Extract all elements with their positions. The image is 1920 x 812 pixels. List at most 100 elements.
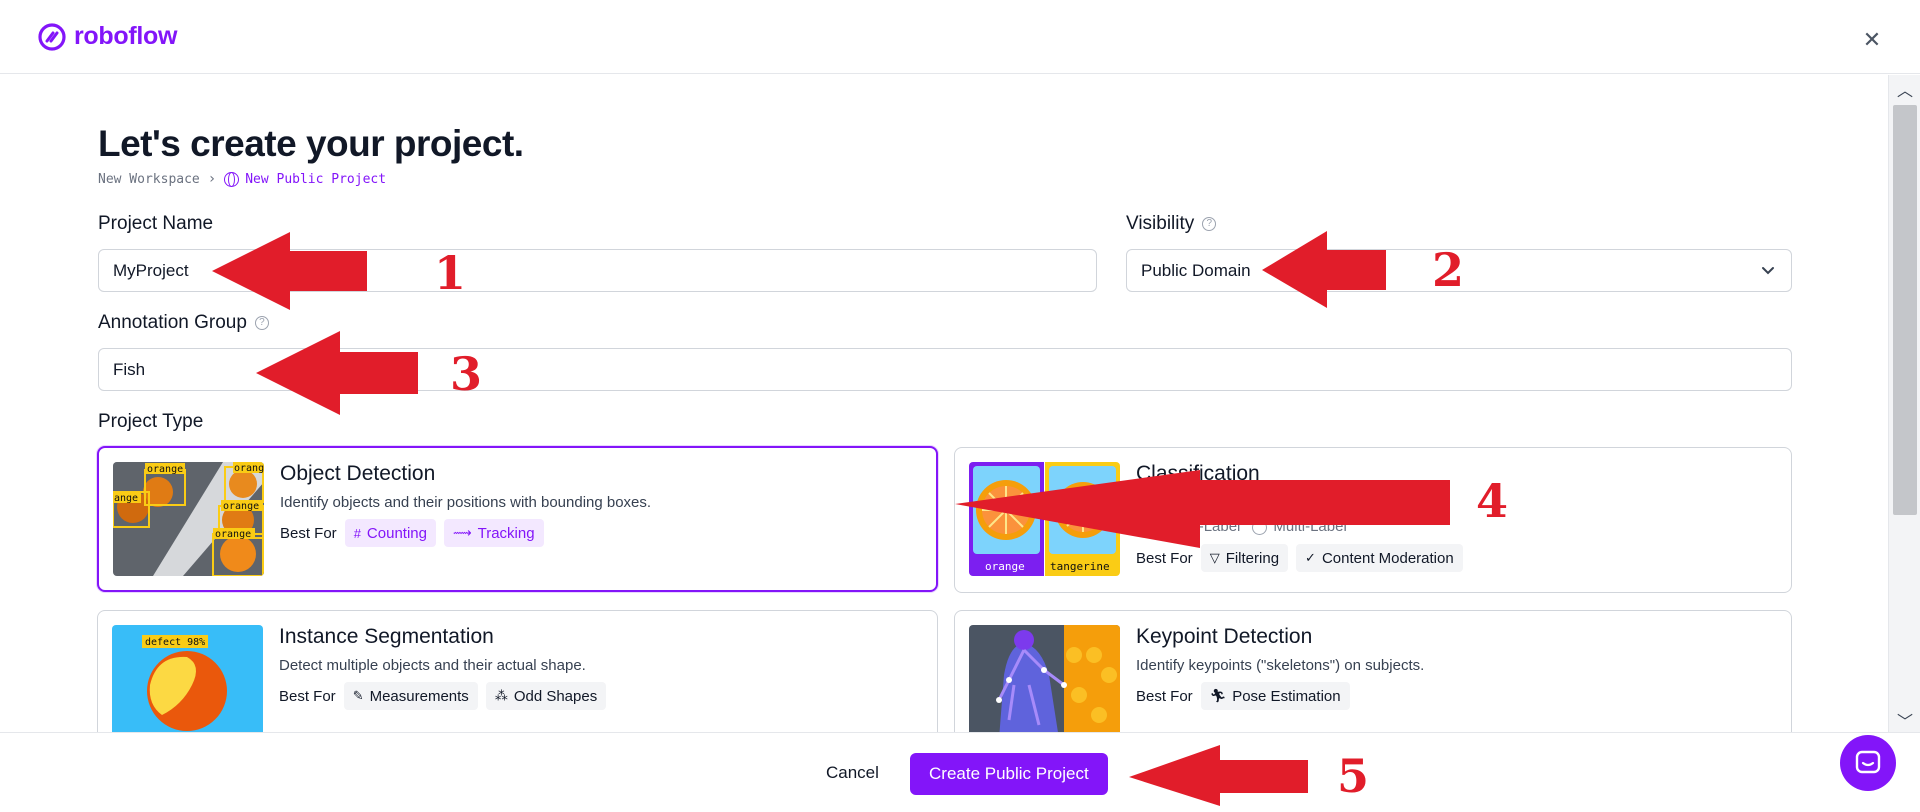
project-type-card-keypoint-detection[interactable]: Keypoint Detection Identify keypoints ("…	[954, 610, 1792, 732]
project-type-card-classification[interactable]: orange tangerine Classification Single-L…	[954, 447, 1792, 593]
radio-label: Multi-Label	[1273, 518, 1347, 535]
tag-counting: # Counting	[344, 519, 436, 547]
tag-measurements: ✎ Measurements	[343, 682, 478, 710]
classification-thumbnail: orange tangerine	[969, 462, 1120, 576]
roboflow-logo[interactable]: roboflow	[38, 22, 177, 51]
thumb-label: orange	[147, 464, 183, 475]
breadcrumb-workspace[interactable]: New Workspace	[98, 172, 200, 187]
tag-label: Content Moderation	[1321, 549, 1454, 567]
visibility-label-text: Visibility	[1126, 213, 1195, 234]
project-type-label: Project Type	[98, 411, 203, 433]
thumb-label: tangerine	[1050, 560, 1110, 573]
scroll-down-icon[interactable]: ﹀	[1889, 708, 1920, 731]
card-title: Instance Segmentation	[279, 625, 494, 648]
tag-pose-estimation: 🏃︎ Pose Estimation	[1200, 682, 1350, 710]
chat-icon	[1855, 750, 1881, 774]
tag-label: Tracking	[477, 524, 535, 542]
globe-icon	[224, 171, 240, 187]
instance-segmentation-thumbnail-art: defect 98%	[112, 625, 263, 732]
tag-label: Filtering	[1225, 549, 1280, 567]
cancel-button[interactable]: Cancel	[810, 753, 895, 793]
project-name-input[interactable]: MyProject	[98, 249, 1097, 292]
chevron-down-icon	[1762, 267, 1774, 275]
radio-icon	[1252, 519, 1268, 535]
object-detection-thumbnail: orange ange orange orange orange	[113, 462, 264, 576]
card-title: Keypoint Detection	[1136, 625, 1313, 648]
card-description: Detect multiple objects and their actual…	[279, 657, 586, 674]
page-title: Let's create your project.	[98, 123, 524, 164]
tracking-icon: ⟿	[452, 525, 472, 540]
best-for-label: Best For	[279, 687, 336, 705]
card-title: Classification	[1136, 462, 1260, 485]
best-for-label: Best For	[1136, 687, 1193, 705]
card-description: Identify keypoints ("skeletons") on subj…	[1136, 657, 1425, 674]
filter-icon: ▽	[1209, 550, 1220, 565]
project-type-label-text: Project Type	[98, 411, 204, 432]
tag-label: Pose Estimation	[1232, 687, 1341, 705]
logo-text: roboflow	[74, 22, 178, 50]
tag-filtering: ▽ Filtering	[1200, 544, 1289, 572]
keypoint-detection-thumbnail	[969, 625, 1120, 732]
vertical-scrollbar[interactable]: ︿ ﹀	[1888, 75, 1920, 732]
visibility-select[interactable]: Public Domain	[1126, 249, 1792, 292]
scroll-thumb[interactable]	[1893, 105, 1917, 515]
best-for-label: Best For	[280, 524, 337, 542]
annotation-group-label: Annotation Group ?	[98, 312, 269, 334]
classification-label-options: Single-Label Multi-Label	[1136, 518, 1347, 535]
thumb-label: orange	[223, 501, 259, 512]
tag-label: Counting	[366, 524, 427, 542]
best-for-row: Best For 🏃︎ Pose Estimation	[1136, 682, 1350, 710]
object-detection-thumbnail-art: orange ange orange orange orange	[113, 462, 264, 576]
project-type-card-instance-segmentation[interactable]: defect 98% Instance Segmentation Detect …	[97, 610, 938, 732]
running-person-icon: 🏃︎	[1209, 688, 1227, 703]
hash-icon: #	[353, 525, 361, 541]
tag-label: Measurements	[369, 687, 469, 705]
annotation-group-value: Fish	[113, 359, 146, 379]
tag-odd-shapes: ⁂ Odd Shapes	[485, 682, 607, 710]
check-icon: ✓	[1305, 550, 1316, 565]
annotation-group-label-text: Annotation Group	[98, 312, 247, 333]
project-type-card-object-detection[interactable]: orange ange orange orange orange Object …	[97, 446, 938, 592]
top-bar: roboflow ✕	[0, 0, 1920, 74]
chat-launcher[interactable]	[1840, 735, 1896, 791]
thumb-label: orange	[985, 560, 1025, 573]
thumb-label: ange	[114, 493, 138, 504]
project-name-value: MyProject	[113, 260, 189, 280]
close-icon[interactable]: ✕	[1860, 28, 1884, 52]
tag-label: Odd Shapes	[513, 687, 598, 705]
thumb-label: orange	[215, 529, 251, 540]
breadcrumb-current: New Public Project	[224, 171, 387, 187]
annotation-group-input[interactable]: Fish	[98, 348, 1792, 391]
best-for-row: Best For ✎ Measurements ⁂ Odd Shapes	[279, 682, 607, 710]
best-for-label: Best For	[1136, 549, 1193, 567]
thumb-label: defect 98%	[145, 637, 205, 648]
breadcrumb-current-label: New Public Project	[245, 171, 387, 187]
shapes-icon: ⁂	[494, 688, 508, 703]
create-public-project-button[interactable]: Create Public Project	[910, 753, 1108, 795]
card-description: Identify objects and their positions wit…	[280, 494, 652, 511]
breadcrumb: New Workspace › New Public Project	[98, 171, 386, 187]
chevron-right-icon: ›	[207, 171, 217, 187]
best-for-row: Best For # Counting ⟿ Tracking	[280, 519, 544, 547]
help-icon[interactable]: ?	[254, 316, 269, 330]
help-icon[interactable]: ?	[1202, 217, 1217, 231]
thumb-label: orange	[234, 463, 264, 474]
radio-multi-label[interactable]: Multi-Label	[1252, 518, 1347, 535]
keypoint-detection-thumbnail-art	[969, 625, 1120, 732]
tag-tracking: ⟿ Tracking	[443, 519, 544, 547]
visibility-label: Visibility ?	[1126, 213, 1217, 235]
main-content: Let's create your project. New Workspace…	[0, 75, 1888, 732]
radio-single-label[interactable]: Single-Label	[1136, 518, 1240, 535]
best-for-row: Best For ▽ Filtering ✓ Content Moderation	[1136, 544, 1463, 572]
roboflow-logo-icon	[38, 22, 66, 51]
visibility-value: Public Domain	[1141, 260, 1251, 280]
project-name-label-text: Project Name	[98, 213, 214, 234]
scroll-up-icon[interactable]: ︿	[1889, 77, 1920, 100]
classification-thumbnail-art: orange tangerine	[969, 462, 1120, 576]
tag-content-moderation: ✓ Content Moderation	[1296, 544, 1463, 572]
radio-label: Single-Label	[1157, 518, 1241, 535]
radio-icon	[1136, 519, 1151, 535]
project-name-label: Project Name	[98, 213, 213, 235]
instance-segmentation-thumbnail: defect 98%	[112, 625, 263, 732]
card-title: Object Detection	[280, 462, 436, 485]
